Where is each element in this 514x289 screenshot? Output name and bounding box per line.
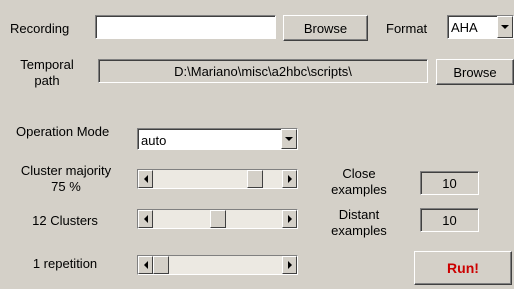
close-examples-label: Close examples [331, 166, 387, 197]
clusters-label: 12 Clusters [32, 213, 98, 228]
recording-browse-button[interactable]: Browse [283, 15, 368, 41]
repetitions-slider[interactable] [137, 255, 298, 275]
slider-track[interactable] [153, 256, 282, 274]
recording-input[interactable] [95, 15, 276, 39]
operation-mode-dropdown-button[interactable] [281, 129, 297, 149]
slider-thumb[interactable] [210, 210, 226, 228]
chevron-down-icon [285, 137, 293, 141]
slider-thumb[interactable] [153, 256, 169, 274]
run-button[interactable]: Run! [414, 251, 512, 285]
temporal-path-field[interactable]: D:\Mariano\misc\a2hbc\scripts\ [98, 59, 428, 83]
slider-right-button[interactable] [282, 210, 297, 228]
operation-mode-select[interactable]: auto [137, 128, 298, 150]
distant-examples-label: Distant examples [331, 207, 387, 238]
slider-right-button[interactable] [282, 170, 297, 188]
cluster-majority-slider[interactable] [137, 169, 298, 189]
temporal-path-label: Temporal path [20, 57, 74, 88]
cluster-majority-title: Cluster majority [20, 163, 112, 178]
slider-right-button[interactable] [282, 256, 297, 274]
distant-examples-field[interactable]: 10 [420, 208, 479, 232]
arrow-left-icon [143, 175, 148, 183]
chevron-down-icon [501, 25, 509, 29]
cluster-majority-value: 75 % [51, 179, 81, 194]
cluster-majority-label: Cluster majority 75 % [6, 163, 126, 195]
slider-left-button[interactable] [138, 210, 153, 228]
arrow-right-icon [287, 175, 292, 183]
temporal-path-browse-button[interactable]: Browse [436, 59, 514, 85]
repetitions-label: 1 repetition [32, 256, 98, 271]
operation-mode-value: auto [141, 133, 167, 148]
arrow-right-icon [287, 261, 292, 269]
format-dropdown-button[interactable] [497, 16, 513, 38]
settings-panel: Recording Browse Format AHA Temporal pat… [0, 0, 514, 289]
format-value: AHA [451, 20, 478, 35]
close-examples-field[interactable]: 10 [420, 171, 479, 195]
slider-left-button[interactable] [138, 170, 153, 188]
recording-label: Recording [10, 21, 70, 36]
format-select[interactable]: AHA [447, 15, 514, 39]
arrow-left-icon [143, 261, 148, 269]
format-label: Format [386, 21, 428, 36]
clusters-slider[interactable] [137, 209, 298, 229]
arrow-right-icon [287, 215, 292, 223]
arrow-left-icon [143, 215, 148, 223]
operation-mode-label: Operation Mode [16, 124, 110, 139]
slider-thumb[interactable] [247, 170, 263, 188]
slider-left-button[interactable] [138, 256, 153, 274]
